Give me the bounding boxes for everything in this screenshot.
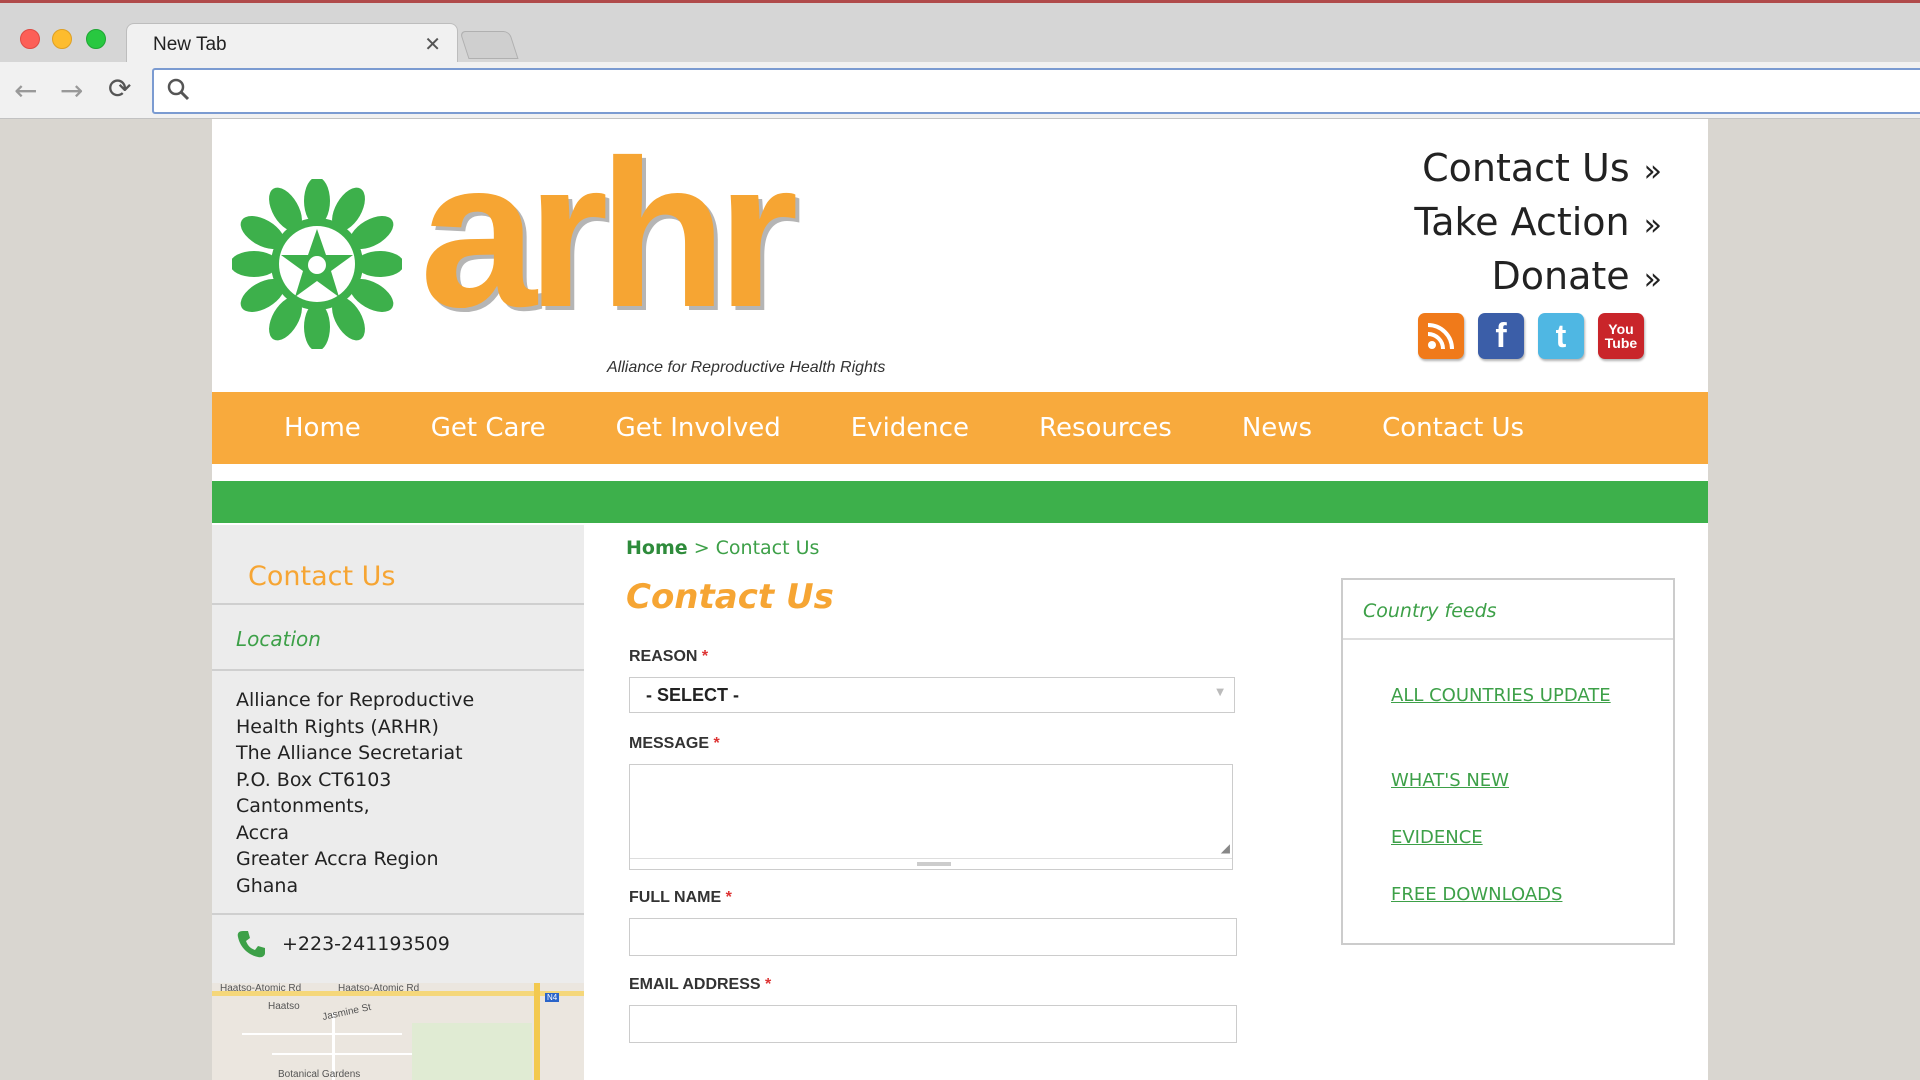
double-chevron-right-icon: »	[1643, 262, 1663, 297]
map-label: Haatso-Atomic Rd	[338, 983, 420, 994]
address-line: Alliance for Reproductive	[236, 689, 475, 711]
nav-item-home[interactable]: Home	[284, 413, 361, 443]
browser-chrome: New Tab ✕ ← → ⟳	[0, 0, 1920, 119]
feed-link-free-downloads[interactable]: FREE DOWNLOADS	[1391, 881, 1611, 909]
map-label: Jasmine St	[321, 1001, 373, 1024]
reason-label: REASON *	[629, 648, 709, 665]
maximize-window-button[interactable]	[86, 29, 106, 49]
phone-number[interactable]: +223-241193509	[282, 933, 450, 955]
map-label: Haatso	[268, 1001, 300, 1012]
country-feeds-panel: Country feeds ALL COUNTRIES UPDATE WHAT'…	[1341, 578, 1675, 945]
tab-new-tab[interactable]: New Tab ✕	[126, 23, 458, 66]
search-icon	[167, 78, 190, 101]
address-line: The Alliance Secretariat	[236, 742, 463, 764]
tab-strip: New Tab ✕	[0, 0, 1920, 66]
tab-title: New Tab	[153, 34, 227, 55]
location-label: Location	[236, 627, 321, 651]
nav-item-get-involved[interactable]: Get Involved	[616, 413, 781, 443]
divider	[212, 913, 584, 915]
message-label: MESSAGE *	[629, 735, 720, 752]
breadcrumb: Home > Contact Us	[626, 537, 819, 559]
main-navigation: Home Get Care Get Involved Evidence Reso…	[212, 392, 1708, 464]
nav-item-evidence[interactable]: Evidence	[851, 413, 969, 443]
twitter-icon[interactable]: t	[1538, 313, 1584, 359]
full-name-label: FULL NAME *	[629, 889, 732, 906]
sidebar-heading: Contact Us	[248, 561, 396, 592]
breadcrumb-current: Contact Us	[715, 537, 820, 559]
green-divider-bar	[212, 481, 1708, 523]
full-name-field[interactable]	[629, 918, 1237, 956]
back-arrow-icon[interactable]: ←	[14, 74, 37, 107]
email-label: EMAIL ADDRESS *	[629, 976, 772, 993]
double-chevron-right-icon: »	[1643, 208, 1663, 243]
browser-toolbar: ← → ⟳	[0, 62, 1920, 118]
address-line: Health Rights (ARHR)	[236, 715, 439, 738]
message-textarea[interactable]: ◢	[629, 764, 1233, 870]
logo-wordmark: arhr	[420, 116, 799, 351]
page-title: Contact Us	[626, 577, 834, 617]
address-block: Alliance for Reproductive Health Rights …	[236, 687, 474, 899]
new-tab-button[interactable]	[459, 31, 519, 59]
map-label: Haatso-Atomic Rd	[220, 983, 302, 994]
forward-arrow-icon[interactable]: →	[60, 74, 83, 107]
header-link-donate[interactable]: Donate»	[1414, 251, 1663, 305]
address-bar[interactable]	[152, 68, 1920, 114]
reason-select[interactable]: - SELECT - ▼	[629, 677, 1235, 713]
nav-item-contact-us[interactable]: Contact Us	[1382, 413, 1524, 443]
nav-item-news[interactable]: News	[1242, 413, 1312, 443]
address-line: P.O. Box CT6103	[236, 768, 392, 791]
address-line: Greater Accra Region	[236, 848, 439, 870]
nav-item-resources[interactable]: Resources	[1039, 413, 1172, 443]
feed-link-all-countries-update[interactable]: ALL COUNTRIES UPDATE	[1391, 682, 1611, 710]
site-logo[interactable]: arhr Alliance for Reproductive Health Ri…	[232, 129, 885, 379]
map-road	[534, 983, 540, 1080]
header-link-contact-us[interactable]: Contact Us»	[1414, 143, 1663, 197]
header-link-take-action[interactable]: Take Action»	[1414, 197, 1663, 251]
social-links: f t You Tube	[1418, 313, 1644, 359]
minimize-window-button[interactable]	[52, 29, 72, 49]
map-label: Botanical Gardens	[278, 1069, 361, 1080]
divider	[630, 858, 1232, 859]
double-chevron-right-icon: »	[1643, 154, 1663, 189]
address-line: Ghana	[236, 874, 299, 897]
breadcrumb-home-link[interactable]: Home	[626, 537, 688, 559]
email-field[interactable]	[629, 1005, 1237, 1043]
logo-tagline: Alliance for Reproductive Health Rights	[607, 359, 886, 376]
phone-row: +223-241193509	[236, 929, 450, 959]
highway-badge: N4	[545, 993, 560, 1002]
map-road	[272, 1053, 412, 1055]
feed-link-whats-new[interactable]: WHAT'S NEW	[1391, 767, 1611, 795]
tab-close-icon[interactable]: ✕	[424, 32, 441, 56]
location-map[interactable]: Haatso-Atomic Rd Haatso-Atomic Rd Haatso…	[212, 983, 584, 1080]
textarea-grip-handle[interactable]	[917, 862, 951, 866]
reason-select-value: - SELECT -	[646, 685, 739, 705]
header-quick-links: Contact Us» Take Action» Donate»	[1414, 143, 1663, 305]
address-line: Accra	[236, 821, 290, 844]
rss-icon[interactable]	[1418, 313, 1464, 359]
web-page: arhr Alliance for Reproductive Health Ri…	[212, 119, 1708, 1080]
facebook-icon[interactable]: f	[1478, 313, 1524, 359]
reload-icon[interactable]: ⟳	[108, 72, 131, 105]
divider	[212, 603, 584, 605]
nav-item-get-care[interactable]: Get Care	[431, 413, 546, 443]
chevron-down-icon: ▼	[1216, 687, 1224, 698]
divider	[212, 669, 584, 671]
youtube-icon[interactable]: You Tube	[1598, 313, 1644, 359]
divider	[1343, 638, 1673, 640]
map-park	[412, 1023, 532, 1080]
resize-handle-icon[interactable]: ◢	[1221, 841, 1230, 855]
breadcrumb-separator: >	[693, 537, 710, 559]
country-feeds-title: Country feeds	[1363, 600, 1497, 622]
contact-sidebar: Contact Us Location Alliance for Reprodu…	[212, 525, 584, 1080]
phone-icon	[237, 931, 265, 958]
map-road	[242, 1033, 402, 1035]
close-window-button[interactable]	[20, 29, 40, 49]
feed-link-evidence[interactable]: EVIDENCE	[1391, 824, 1611, 852]
address-line: Cantonments,	[236, 795, 370, 817]
logo-wheel-icon	[232, 179, 402, 349]
